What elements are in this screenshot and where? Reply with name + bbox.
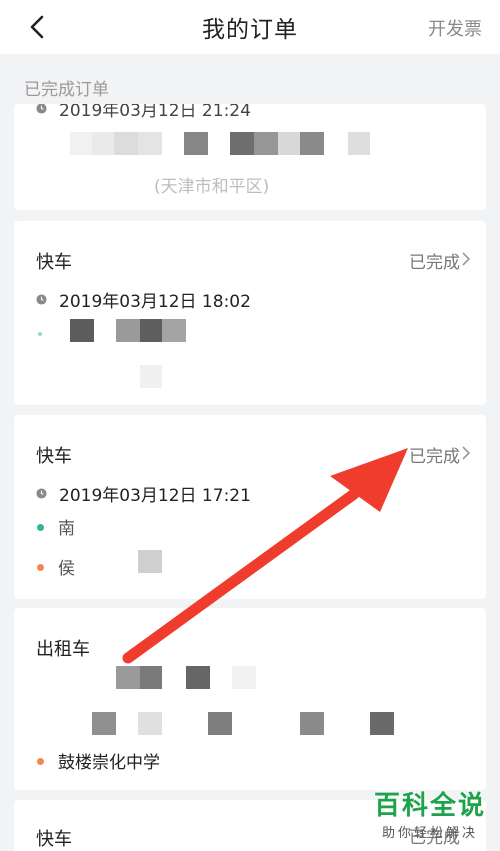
section-label: 已完成订单 [24,80,109,100]
masked-origin [232,666,256,689]
clock-icon [36,104,47,114]
masked-route [208,712,232,735]
masked-origin [116,319,140,342]
order-time-row: 2019年03月12日 18:02 [36,287,251,312]
watermark-subtitle: 助你轻松解决 [381,826,478,841]
clock-icon [36,294,47,305]
order-status[interactable]: 已完成 [409,248,460,273]
order-type: 快车 [36,446,72,467]
order-time-row: 2019年03月12日 17:21 [36,481,251,506]
order-address: (天津市和平区) [154,177,270,197]
masked-address [348,132,370,155]
destination-dot [37,564,44,571]
masked-address [184,132,208,155]
order-card[interactable]: 快车 已完成 2019年03月12日 18:02 [14,221,486,405]
masked-destination [138,550,162,573]
masked-origin [116,666,140,689]
masked-route [138,712,162,735]
order-time: 2019年03月12日 17:21 [59,486,251,506]
order-card[interactable]: 2019年03月12日 21:24 (天津市和平区) [14,104,486,210]
order-type: 快车 [36,829,72,850]
page-title: 我的订单 [202,17,298,43]
watermark-title: 百科全说 [373,791,486,821]
order-card[interactable]: 出租车 鼓楼崇化中学 [14,608,486,790]
order-status[interactable]: 已完成 [409,442,460,467]
masked-route [300,712,324,735]
masked-origin [140,666,162,689]
order-type: 出租车 [36,639,90,660]
masked-address [278,132,300,155]
order-card[interactable]: 快车 已完成 2019年03月12日 17:21 南 侯 [14,415,486,599]
masked-address [138,132,162,155]
masked-address [254,132,278,155]
order-origin: 南 [58,519,75,539]
masked-address [114,132,138,155]
masked-address [70,132,92,155]
order-time: 2019年03月12日 18:02 [59,292,251,312]
masked-address [300,132,324,155]
destination-dot [37,758,44,765]
masked-origin [140,319,162,342]
origin-dot [37,524,44,531]
issue-invoice-button[interactable]: 开发票 [428,15,482,41]
watermark-logo: 百科全说 助你轻松解决 [370,785,490,843]
masked-origin [162,319,186,342]
origin-dot [38,332,42,336]
masked-route [370,712,394,735]
order-type: 快车 [36,252,72,273]
clock-icon [36,488,47,499]
masked-route [92,712,116,735]
back-button[interactable] [22,12,52,42]
order-time: 2019年03月12日 21:24 [59,104,251,121]
chevron-right-icon [462,252,470,266]
order-destination: 侯 [58,559,75,579]
masked-destination [140,365,162,388]
order-time-row: 2019年03月12日 21:24 [36,104,251,121]
masked-origin [70,319,94,342]
top-navigation-bar: 我的订单 开发票 [0,0,500,54]
chevron-left-icon [30,15,44,39]
masked-address [92,132,114,155]
masked-origin [186,666,210,689]
masked-address [230,132,254,155]
order-destination: 鼓楼崇化中学 [58,753,160,773]
chevron-right-icon [462,446,470,460]
